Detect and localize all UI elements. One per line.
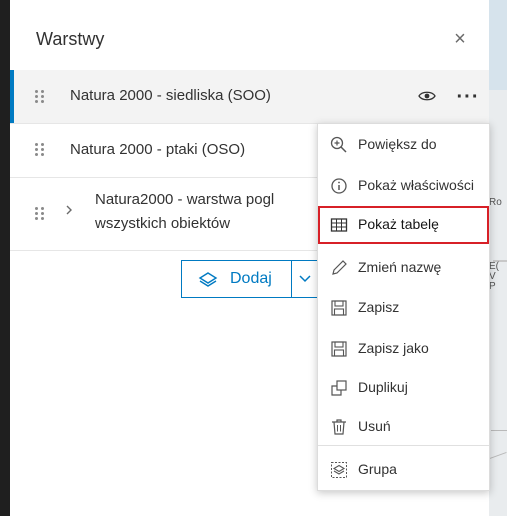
layer-context-menu: Powiększ do Pokaż właściwości Pokaż tabe… bbox=[317, 123, 490, 491]
selection-accent bbox=[10, 70, 14, 123]
menu-item-delete[interactable]: Usuń bbox=[318, 408, 489, 446]
map-label: P bbox=[489, 281, 496, 292]
menu-item-rename[interactable]: Zmień nazwę bbox=[318, 249, 489, 287]
panel-header: Warstwy × bbox=[10, 0, 489, 70]
map-label: Ro bbox=[489, 197, 502, 208]
menu-item-label: Zapisz bbox=[358, 299, 400, 315]
menu-item-duplicate[interactable]: Duplikuj bbox=[318, 369, 489, 407]
save-as-icon bbox=[331, 341, 347, 357]
duplicate-icon bbox=[331, 380, 347, 396]
table-icon bbox=[330, 218, 348, 232]
layer-name: Natura 2000 - ptaki (OSO) bbox=[70, 141, 246, 158]
zoom-to-icon bbox=[330, 136, 347, 153]
group-icon bbox=[331, 462, 347, 478]
layers-icon bbox=[198, 272, 218, 287]
layer-row-selected[interactable]: Natura 2000 - siedliska (SOO) ··· bbox=[10, 70, 489, 123]
drag-handle-icon[interactable] bbox=[35, 143, 45, 157]
layer-name-line2: wszystkich obiektów bbox=[95, 215, 231, 232]
add-layer-button[interactable]: Dodaj bbox=[181, 260, 292, 298]
close-icon[interactable]: × bbox=[448, 27, 472, 51]
panel-title: Warstwy bbox=[36, 29, 105, 49]
menu-item-zoom-to[interactable]: Powiększ do bbox=[318, 126, 489, 164]
drag-handle-icon[interactable] bbox=[35, 207, 45, 221]
menu-item-label: Usuń bbox=[358, 418, 391, 434]
menu-item-show-properties[interactable]: Pokaż właściwości bbox=[318, 167, 489, 205]
menu-item-label: Zmień nazwę bbox=[358, 259, 442, 275]
trash-icon bbox=[332, 419, 346, 435]
layer-options-button[interactable]: ··· bbox=[450, 80, 486, 114]
drag-handle-icon[interactable] bbox=[35, 90, 45, 104]
menu-item-show-table[interactable]: Pokaż tabelę bbox=[318, 206, 489, 244]
menu-item-label: Pokaż tabelę bbox=[358, 216, 439, 232]
menu-item-label: Duplikuj bbox=[358, 379, 408, 395]
map-boundary-line bbox=[491, 430, 507, 431]
map-boundary-line bbox=[489, 451, 507, 460]
map-water-area bbox=[489, 0, 507, 90]
menu-item-label: Powiększ do bbox=[358, 136, 437, 152]
menu-item-label: Pokaż właściwości bbox=[358, 177, 474, 193]
layer-name-line1: Natura2000 - warstwa pogl bbox=[95, 191, 275, 208]
map-view[interactable]: Ro E( V P bbox=[489, 0, 507, 516]
menu-item-label: Grupa bbox=[358, 461, 397, 477]
save-icon bbox=[331, 300, 347, 316]
visibility-eye-icon[interactable] bbox=[418, 89, 436, 103]
pencil-icon bbox=[332, 260, 347, 275]
chevron-down-icon bbox=[299, 275, 311, 283]
chevron-right-icon[interactable] bbox=[64, 203, 74, 217]
menu-divider bbox=[318, 445, 489, 446]
menu-item-save[interactable]: Zapisz bbox=[318, 289, 489, 327]
info-icon bbox=[331, 178, 347, 194]
layer-name: Natura 2000 - siedliska (SOO) bbox=[70, 87, 271, 104]
menu-item-save-as[interactable]: Zapisz jako bbox=[318, 330, 489, 368]
add-button-label: Dodaj bbox=[230, 270, 272, 287]
menu-item-label: Zapisz jako bbox=[358, 340, 429, 356]
app-left-bar bbox=[0, 0, 10, 516]
menu-item-group[interactable]: Grupa bbox=[318, 451, 489, 489]
